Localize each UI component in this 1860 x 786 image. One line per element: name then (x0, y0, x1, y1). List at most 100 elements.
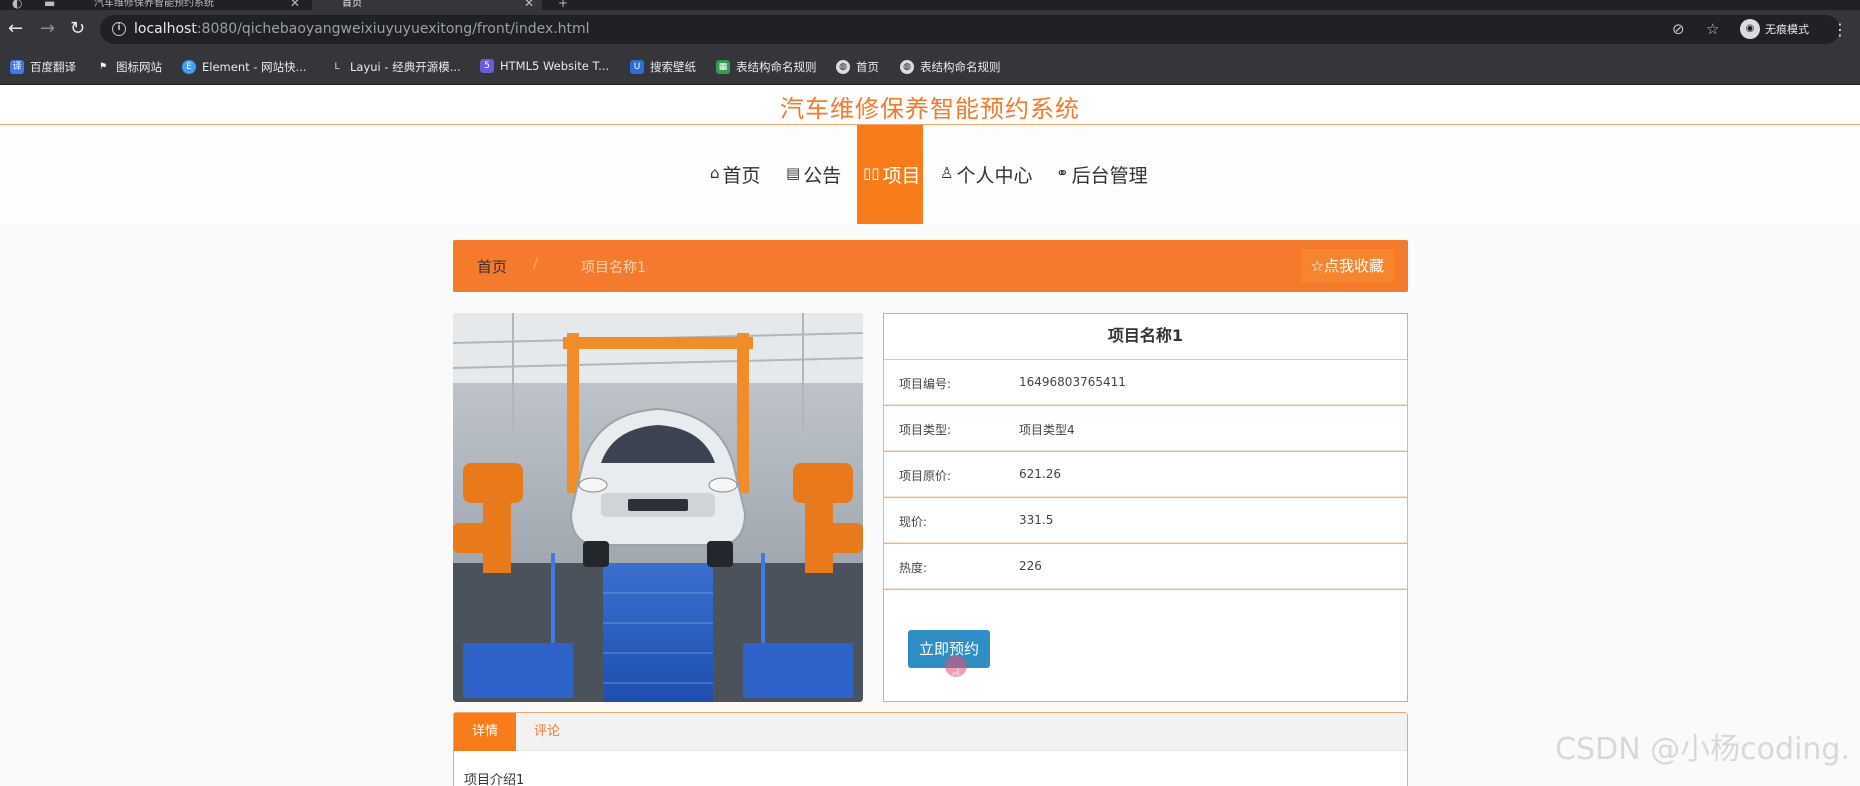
favorite-button[interactable]: ☆点我收藏 (1300, 249, 1394, 283)
main-nav: ⌂ 首页 ▤ 公告 ▯▯ 项目 ♙ 个人中心 ⚭ 后台管理 (0, 125, 1860, 224)
eye-off-icon[interactable]: ⊘ (1672, 20, 1685, 38)
bookmark-item[interactable]: L Layui - 经典开源模... (330, 59, 461, 75)
nav-label: 公告 (803, 165, 842, 187)
watermark: CSDN @小杨coding. (1555, 732, 1850, 767)
info-row-type: 项目类型: 项目类型4 (883, 406, 1408, 452)
globe-icon: ◍ (900, 60, 914, 74)
bookmark-item[interactable]: E Element - 网站快... (182, 59, 307, 75)
user-icon: ♙ (940, 164, 954, 182)
project-title: 项目名称1 (884, 314, 1407, 360)
nav-item-admin[interactable]: ⚭ 后台管理 (1056, 125, 1148, 224)
browser-tab-2[interactable]: 首页 (312, 0, 542, 10)
site-title: 汽车维修保养智能预约系统 (780, 95, 1080, 123)
project-image (453, 313, 863, 702)
nav-label: 项目 (882, 165, 921, 187)
forward-icon[interactable]: → (40, 20, 55, 38)
breadcrumb: 首页 / 项目名称1 ☆点我收藏 (453, 240, 1408, 292)
star-icon[interactable]: ☆ (1706, 20, 1719, 38)
bookmark-label: 百度翻译 (30, 60, 76, 74)
info-value: 16496803765411 (1019, 375, 1126, 389)
bookmarks-bar: 译 百度翻译 ⚑ 图标网站 E Element - 网站快... L Layui… (0, 49, 1860, 85)
back-icon[interactable]: ← (8, 20, 23, 38)
info-value: 621.26 (1019, 467, 1061, 481)
url-text[interactable]: localhost:8080/qichebaoyangweixiuyuyuexi… (134, 21, 590, 37)
info-value: 项目类型4 (1019, 423, 1075, 437)
tab-details[interactable]: 详情 (454, 713, 517, 751)
tab-close-icon[interactable]: ✕ (290, 0, 300, 10)
book-now-button[interactable]: 立即预约 ☝ (908, 630, 990, 684)
info-row-original-price: 项目原价: 621.26 (883, 452, 1408, 498)
info-value: 331.5 (1019, 513, 1054, 527)
info-key: 项目类型: (899, 423, 952, 437)
tab-close-icon[interactable]: ✕ (524, 0, 534, 10)
tab-comments[interactable]: 评论 (516, 713, 578, 751)
flag-icon: ⚑ (98, 62, 108, 72)
reload-icon[interactable]: ↻ (70, 20, 85, 38)
incognito-icon: ◉ (1740, 19, 1760, 39)
notice-icon: ▤ (786, 164, 801, 182)
kebab-menu-icon[interactable]: ⋮ (1832, 20, 1848, 39)
info-key: 项目原价: (899, 469, 952, 483)
info-row-popularity: 热度: 226 (883, 544, 1408, 590)
tab-header: 详情 评论 (454, 713, 1407, 751)
site-header: 汽车维修保养智能预约系统 (0, 85, 1860, 125)
bookmark-label: 图标网站 (116, 60, 162, 74)
breadcrumb-separator: / (533, 254, 539, 272)
wallpaper-icon: U (630, 60, 644, 74)
translate-icon: 译 (10, 60, 24, 74)
detail-tabs: 详情 评论 项目介绍1 (453, 712, 1408, 786)
bookmark-label: HTML5 Website T... (500, 59, 610, 73)
bookmark-item[interactable]: ◍ 首页 (836, 59, 879, 75)
link-icon: ⚭ (1056, 164, 1069, 182)
address-bar[interactable]: i localhost:8080/qichebaoyangweixiuyuyue… (100, 15, 1840, 44)
star-outline-icon: ☆ (1310, 257, 1324, 275)
nav-item-user-center[interactable]: ♙ 个人中心 (940, 125, 1032, 224)
tab-title: 汽车维修保养智能预约系统 (94, 0, 214, 9)
browser-toolbar: ← → ↻ i localhost:8080/qichebaoyangweixi… (0, 10, 1860, 49)
breadcrumb-home[interactable]: 首页 (477, 256, 507, 277)
nav-label: 首页 (722, 165, 761, 187)
project-info-panel: 项目名称1 项目编号: 16496803765411 项目类型: 项目类型4 项… (883, 313, 1408, 702)
tab-title: 首页 (342, 0, 362, 9)
info-value: 226 (1019, 559, 1042, 573)
bookmark-item[interactable]: 5 HTML5 Website T... (480, 59, 609, 73)
bookmark-item[interactable]: ▦ 表结构命名规则 (716, 59, 817, 75)
bookmark-item[interactable]: ◍ 表结构命名规则 (900, 59, 1001, 75)
browser-tab-1[interactable]: 汽车维修保养智能预约系统 (80, 0, 265, 10)
info-key: 现价: (899, 515, 928, 529)
globe-icon: ◍ (836, 60, 850, 74)
bookmark-label: Element - 网站快... (202, 60, 307, 74)
new-tab-button[interactable]: + (558, 0, 568, 10)
incognito-indicator[interactable]: ◉ 无痕模式 (1740, 19, 1809, 39)
site-info-icon[interactable]: i (112, 22, 126, 36)
info-key: 项目编号: (899, 377, 952, 391)
web-page: 汽车维修保养智能预约系统 ⌂ 首页 ▤ 公告 ▯▯ 项目 ♙ 个人中心 ⚭ 后台… (0, 85, 1860, 786)
breadcrumb-current: 项目名称1 (581, 260, 646, 276)
home-icon: ⌂ (710, 164, 720, 182)
info-row-number: 项目编号: 16496803765411 (883, 360, 1408, 406)
table-icon: ▦ (716, 60, 730, 74)
nav-label: 后台管理 (1071, 165, 1148, 187)
chrome-menu-icon[interactable]: ◐ (12, 0, 22, 10)
layui-icon: L (334, 62, 340, 72)
bookmark-label: 首页 (856, 60, 879, 74)
bookmark-item[interactable]: U 搜索壁纸 (630, 59, 696, 75)
hand-cursor-icon: ☝ (951, 665, 961, 684)
info-row-current-price: 现价: 331.5 (883, 498, 1408, 544)
html5-icon: 5 (480, 59, 494, 73)
tab-search-icon[interactable]: ▬ (44, 0, 55, 10)
browser-tab-strip: ◐ ▬ 汽车维修保养智能预约系统 ✕ 首页 ✕ + (0, 0, 1860, 10)
element-icon: E (182, 60, 196, 74)
tab-content: 项目介绍1 (464, 773, 525, 786)
bookmark-label: 表结构命名规则 (920, 60, 1001, 74)
grid-icon: ▯▯ (863, 164, 880, 182)
bookmark-label: 搜索壁纸 (650, 60, 696, 74)
info-key: 热度: (899, 561, 928, 575)
bookmark-item[interactable]: 译 百度翻译 (10, 59, 76, 75)
nav-item-home[interactable]: ⌂ 首页 (710, 125, 761, 224)
nav-item-notice[interactable]: ▤ 公告 (786, 125, 841, 224)
nav-item-project[interactable]: ▯▯ 项目 (857, 125, 923, 224)
bookmark-label: Layui - 经典开源模... (350, 60, 461, 74)
bookmark-item[interactable]: ⚑ 图标网站 (96, 59, 162, 75)
nav-label: 个人中心 (956, 165, 1033, 187)
